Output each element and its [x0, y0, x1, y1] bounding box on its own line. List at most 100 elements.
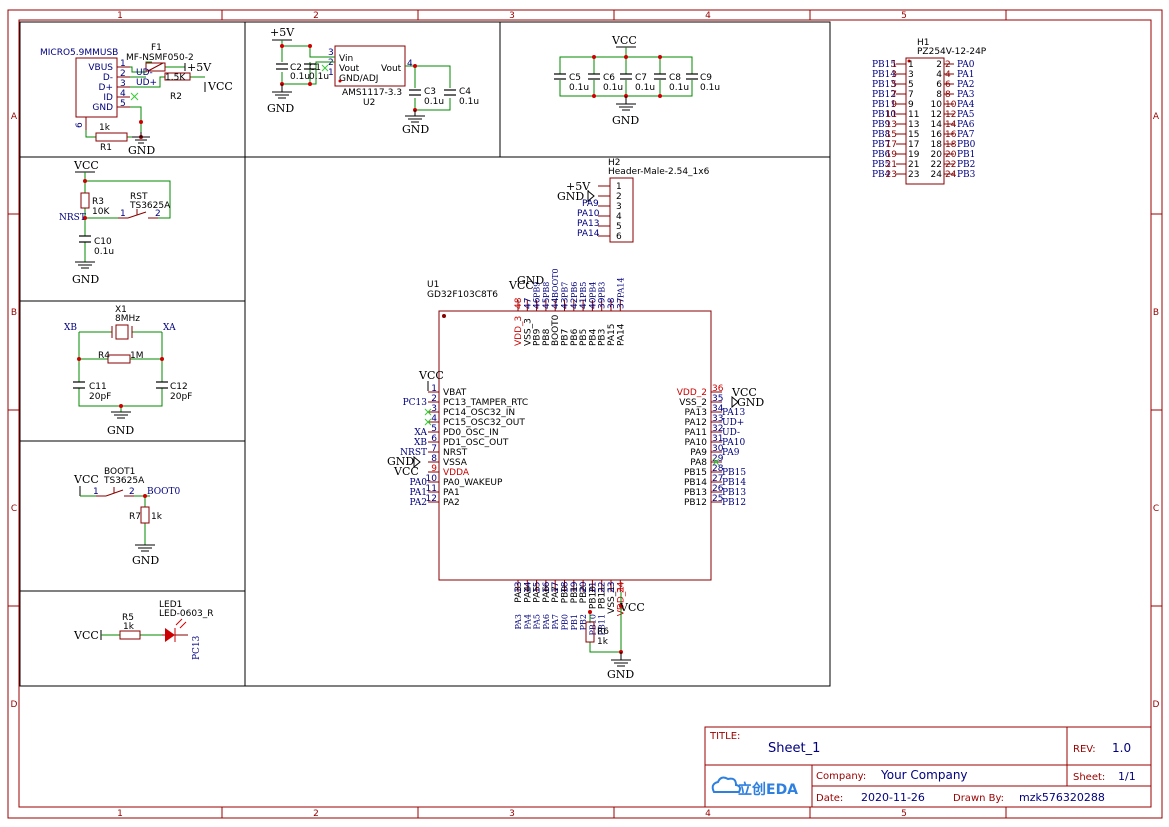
sheet-title: Sheet_1: [768, 741, 820, 756]
gnd-symbol: [132, 132, 150, 144]
decoupling-section: VCC GND C5 0.1u C6 0.1u C7 0.1u C8 0.1u …: [554, 34, 720, 127]
ldo-pin-vout: Vout: [339, 64, 360, 74]
h1-pin-number: 24: [945, 170, 957, 180]
mcu-net-label: XA: [414, 428, 427, 438]
mcu-net-label: PB15: [722, 468, 746, 478]
mcu-pin-name: PC14_OSC32_IN: [443, 408, 515, 418]
switch-pin-number: 1: [93, 487, 99, 497]
c11-value: 20pF: [89, 392, 111, 402]
r3-ref: R3: [92, 197, 104, 207]
mcu-net-label: PA13: [722, 408, 745, 418]
mcu-pin-number: 4: [431, 414, 437, 424]
boot-section: BOOT1 TS3625A VCC GND 1 2 BOOT0 R7 1k: [73, 467, 181, 567]
h1-pin-number: 11: [886, 110, 897, 120]
c4-value: 0.1u: [459, 97, 479, 107]
frame-col-label: 3: [509, 809, 515, 819]
h1-pin-number: 19: [886, 150, 898, 160]
header-h2: H2 Header-Male-2.54_1x6 1 2 3 4 5 6 +5V …: [557, 158, 710, 243]
h1-pin-number: 22: [945, 160, 956, 170]
r1-ref: R1: [100, 143, 112, 153]
x1-value: 8MHz: [115, 314, 140, 324]
mcu-u1: U1 GD32F103C8T6 VBAT1PC13_TAMPER_RTC2PC1…: [387, 268, 764, 681]
mcu-net-label: PA5: [533, 614, 542, 630]
h2-pin-number: 5: [616, 222, 622, 232]
frame-row-label: A: [11, 112, 18, 122]
r1-value: 1k: [99, 123, 111, 133]
frame-row-label: A: [1153, 112, 1160, 122]
h1-inner-pin-number: 4: [936, 70, 942, 80]
h1-inner-pin-number: 21: [908, 160, 919, 170]
h1-pin-number: 20: [945, 150, 957, 160]
frame-row-label: D: [1153, 700, 1160, 710]
net-xb: XB: [64, 323, 77, 333]
noconnect-marker: [130, 92, 139, 101]
h1-pin-number: 13: [886, 120, 897, 130]
frame-row-label: B: [11, 308, 17, 318]
mcu-pin-name: PB12: [684, 498, 707, 508]
mcu-pin-number: 5: [431, 424, 437, 434]
h1-pin-number: 12: [945, 110, 956, 120]
h1-inner-pin-number: 16: [931, 130, 943, 140]
usb-shield-pin: 6: [75, 122, 85, 128]
sheet-value: 1/1: [1118, 770, 1136, 783]
mcu-net-label: PA7: [551, 614, 560, 630]
h1-pin-number: 1: [891, 60, 897, 70]
h2-net-label: PA10: [577, 209, 600, 219]
mcu-pin-name: VSSA: [443, 458, 468, 468]
f1-ref: F1: [151, 43, 162, 53]
ldo-name: AMS1117-3.3: [342, 88, 402, 98]
h1-pin-number: 4: [945, 70, 951, 80]
h1-pin-number: 10: [945, 100, 957, 110]
date-label: Date:: [816, 793, 843, 804]
mcu-vdd3-net: VCC: [508, 279, 534, 292]
frame-col-label: 4: [705, 11, 711, 21]
usb-section: MICRO5.9MMUSB VBUS D- D+ ID GND 1 2 3 4 …: [40, 43, 233, 157]
decoup-vcc-net: VCC: [611, 34, 637, 47]
h2-pin-number: 2: [616, 192, 622, 202]
mcu-net-label: PB1: [570, 614, 579, 630]
mcu-net-label: PA9: [722, 448, 740, 458]
ldo-ref: U2: [363, 98, 375, 108]
mcu-pin-number: 7: [431, 444, 437, 454]
mcu-net-label: PA2: [410, 498, 427, 508]
h1-pin-number: 16: [945, 130, 957, 140]
frame-col-label: 1: [117, 11, 123, 21]
mcu-vdd-net: VCC: [418, 369, 444, 382]
frame-row-label: B: [1153, 308, 1159, 318]
cap-ref: C8: [669, 73, 681, 83]
mcu-net-label: PB13: [722, 488, 746, 498]
r3-value: 10K: [92, 207, 110, 217]
company-value: Your Company: [880, 768, 968, 782]
c12-value: 20pF: [170, 392, 192, 402]
mcu-pin-name: PA11: [685, 428, 707, 438]
c3-ref: C3: [424, 87, 436, 97]
header-h1: H1 PZ254V-12-24P PB151 1PB143 3PB135 5PB127…: [872, 38, 987, 185]
reset-section: VCC GND R3 10K NRST RST TS3625A 1 2 C10: [59, 159, 171, 286]
mcu-net-label: PC13: [403, 398, 428, 408]
frame-col-label: 5: [901, 809, 907, 819]
h1-inner-pin-number: 17: [908, 140, 919, 150]
switch-pin-number: 2: [129, 487, 135, 497]
mcu-pin-name: PA10: [685, 438, 708, 448]
frame-col-label: 5: [901, 11, 907, 21]
h1-pin-number: 17: [886, 140, 897, 150]
c2-value: 0.1u: [290, 72, 310, 82]
usb-connector-name: MICRO5.9MMUSB: [40, 48, 118, 58]
led-vcc-net: VCC: [73, 629, 99, 642]
mcu-net-label: UD-: [722, 428, 740, 438]
f1-value: MF-NSMF050-2: [126, 53, 194, 63]
cap-value: 0.1u: [635, 83, 655, 93]
frame-row-label: C: [11, 504, 17, 514]
frame-col-label: 4: [705, 809, 711, 819]
mcu-pin-number: 10: [426, 474, 438, 484]
h1-inner-pin-number: 7: [908, 90, 914, 100]
frame-col-label: 2: [313, 809, 319, 819]
mcu-pin-name: PA14: [616, 323, 626, 346]
sheet-label: Sheet:: [1073, 772, 1105, 783]
mcu-pin-number: 12: [426, 494, 437, 504]
h1-net-label: PB1: [957, 150, 975, 160]
net-nrst: NRST: [59, 213, 86, 223]
cap-value: 0.1u: [569, 83, 589, 93]
h1-pin-number: 14: [945, 120, 957, 130]
decoup-gnd-net: GND: [612, 114, 639, 127]
